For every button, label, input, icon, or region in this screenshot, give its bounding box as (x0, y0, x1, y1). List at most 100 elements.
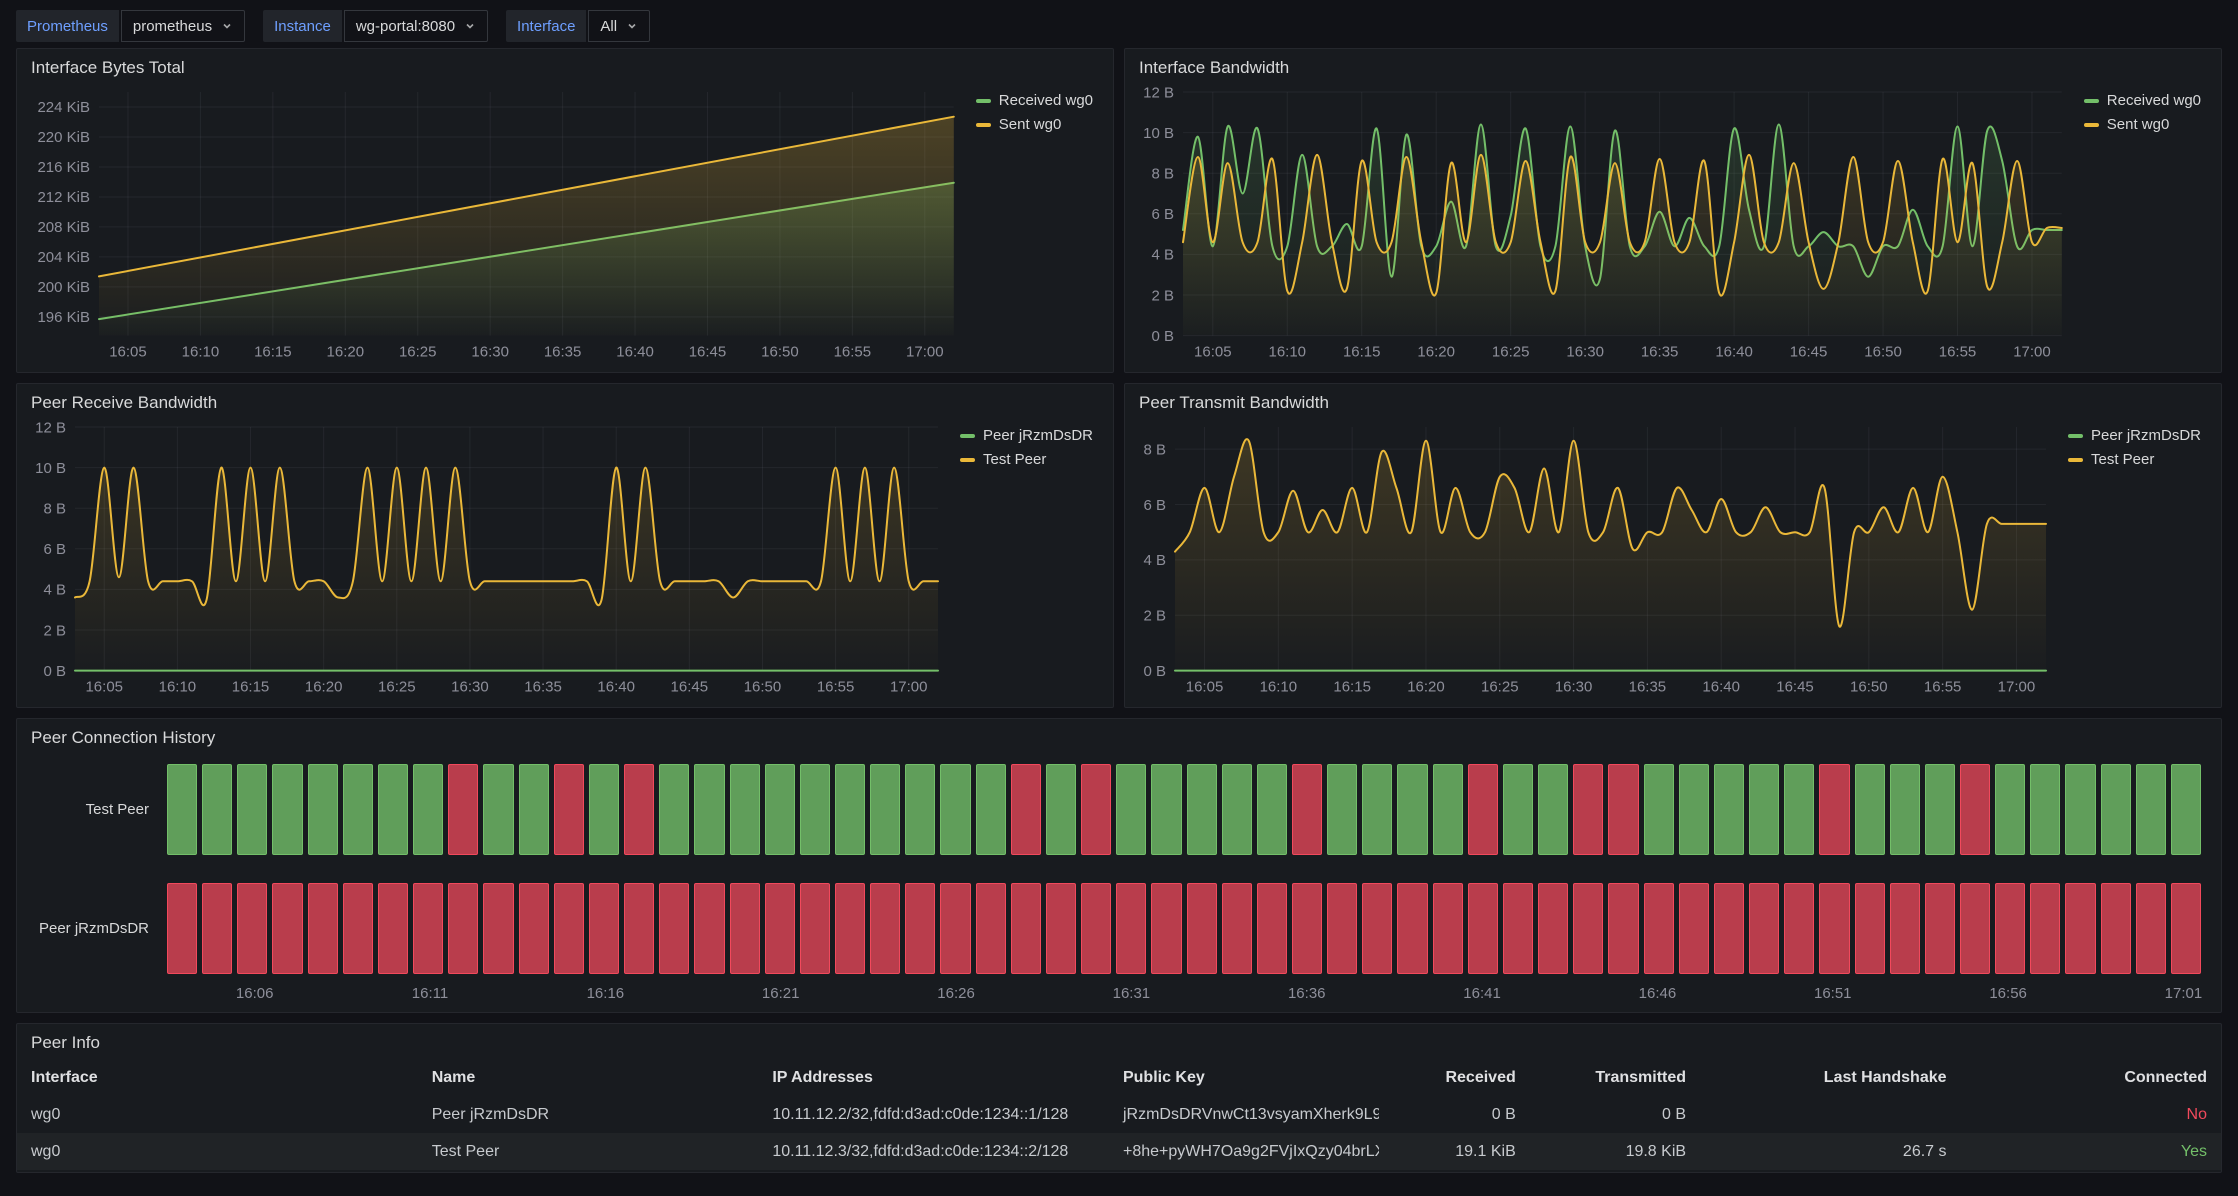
interface-bytes-total-chart[interactable]: 196 KiB200 KiB204 KiB208 KiB212 KiB216 K… (23, 80, 964, 366)
svg-text:8 B: 8 B (1143, 442, 1166, 459)
status-bar-disconnected (1855, 883, 1885, 974)
panel-interface-bandwidth: Interface Bandwidth 0 B2 B4 B6 B8 B10 B1… (1124, 48, 2222, 373)
panel-title-interface-bandwidth[interactable]: Interface Bandwidth (1125, 49, 2221, 80)
svg-text:4 B: 4 B (1143, 553, 1166, 570)
column-header-received[interactable]: Received (1379, 1069, 1529, 1087)
status-bar-disconnected (1433, 883, 1463, 974)
status-bar-disconnected (659, 883, 689, 974)
status-bar-connected (2065, 764, 2095, 855)
status-bar-disconnected (694, 883, 724, 974)
panel-peer-receive-bandwidth: Peer Receive Bandwidth 0 B2 B4 B6 B8 B10… (16, 383, 1114, 708)
svg-text:16:15: 16:15 (254, 344, 292, 361)
svg-text:16:05: 16:05 (109, 344, 147, 361)
legend-item[interactable]: Received wg0 (2084, 92, 2201, 109)
svg-text:17:00: 17:00 (1998, 679, 2036, 696)
column-header-transmitted[interactable]: Transmitted (1530, 1069, 1700, 1087)
chart-legend: Received wg0 Sent wg0 (964, 80, 1105, 366)
legend-item[interactable]: Test Peer (960, 451, 1093, 468)
status-bar-disconnected (2101, 883, 2131, 974)
column-header-public-key[interactable]: Public Key (1109, 1069, 1380, 1087)
status-bar-disconnected (835, 883, 865, 974)
column-header-interface[interactable]: Interface (17, 1069, 418, 1087)
panel-title-peer-receive-bandwidth[interactable]: Peer Receive Bandwidth (17, 384, 1113, 415)
variable-prometheus: Prometheus prometheus (16, 10, 245, 42)
status-bars[interactable] (167, 883, 2201, 974)
svg-text:212 KiB: 212 KiB (37, 190, 90, 207)
status-bar-disconnected (1749, 883, 1779, 974)
table-body: wg0Peer jRzmDsDR10.11.12.2/32,fdfd:d3ad:… (17, 1096, 2221, 1170)
svg-text:16:50: 16:50 (761, 344, 799, 361)
legend-item[interactable]: Peer jRzmDsDR (2068, 427, 2201, 444)
column-header-name[interactable]: Name (418, 1069, 759, 1087)
status-bar-connected (1855, 764, 1885, 855)
status-bar-connected (272, 764, 302, 855)
status-bar-disconnected (730, 883, 760, 974)
status-axis-label: 16:21 (762, 985, 800, 1002)
panel-title-peer-info[interactable]: Peer Info (17, 1024, 2221, 1055)
svg-text:208 KiB: 208 KiB (37, 220, 90, 237)
legend-item[interactable]: Received wg0 (976, 92, 1093, 109)
svg-text:220 KiB: 220 KiB (37, 130, 90, 147)
status-bar-disconnected (1714, 883, 1744, 974)
svg-text:16:20: 16:20 (327, 344, 365, 361)
legend-series-swatch (976, 123, 991, 127)
variable-instance-value[interactable]: wg-portal:8080 (344, 10, 488, 42)
svg-text:0 B: 0 B (43, 663, 66, 680)
legend-item[interactable]: Test Peer (2068, 451, 2201, 468)
status-bar-connected (1433, 764, 1463, 855)
status-bar-connected (519, 764, 549, 855)
variable-prometheus-label: Prometheus (16, 10, 119, 42)
interface-bandwidth-chart[interactable]: 0 B2 B4 B6 B8 B10 B12 B16:0516:1016:1516… (1131, 80, 2072, 366)
legend-series-label: Test Peer (2091, 451, 2154, 468)
table-cell-connected: No (1961, 1106, 2221, 1124)
legend-item[interactable]: Peer jRzmDsDR (960, 427, 1093, 444)
status-bar-connected (1327, 764, 1357, 855)
table-cell-last-handshake: 26.7 s (1700, 1143, 1960, 1161)
status-bar-disconnected (1222, 883, 1252, 974)
legend-item[interactable]: Sent wg0 (2084, 116, 2201, 133)
svg-text:16:45: 16:45 (671, 679, 709, 696)
variable-interface-value[interactable]: All (588, 10, 650, 42)
status-bars[interactable] (167, 764, 2201, 855)
svg-text:16:05: 16:05 (1194, 344, 1232, 361)
svg-text:196 KiB: 196 KiB (37, 310, 90, 327)
status-bar-disconnected (2030, 883, 2060, 974)
status-bar-disconnected (976, 883, 1006, 974)
status-bar-disconnected (202, 883, 232, 974)
svg-text:0 B: 0 B (1151, 328, 1174, 345)
status-bar-disconnected (519, 883, 549, 974)
panel-title-peer-transmit-bandwidth[interactable]: Peer Transmit Bandwidth (1125, 384, 2221, 415)
status-bar-disconnected (1819, 764, 1849, 855)
status-bar-connected (1151, 764, 1181, 855)
svg-text:16:55: 16:55 (817, 679, 855, 696)
status-bar-disconnected (1608, 883, 1638, 974)
column-header-connected[interactable]: Connected (1961, 1069, 2221, 1087)
status-bar-disconnected (870, 883, 900, 974)
status-bar-disconnected (378, 883, 408, 974)
status-bar-connected (1503, 764, 1533, 855)
column-header-last-handshake[interactable]: Last Handshake (1700, 1069, 1960, 1087)
peer-receive-bandwidth-chart[interactable]: 0 B2 B4 B6 B8 B10 B12 B16:0516:1016:1516… (23, 415, 948, 701)
panel-title-peer-connection-history[interactable]: Peer Connection History (17, 719, 2221, 750)
legend-series-label: Received wg0 (999, 92, 1093, 109)
status-axis-label: 16:11 (412, 985, 448, 1002)
variable-interface-selected: All (600, 18, 617, 35)
status-bar-connected (202, 764, 232, 855)
status-bar-disconnected (800, 883, 830, 974)
column-header-ip-addresses[interactable]: IP Addresses (758, 1069, 1109, 1087)
status-bar-connected (1046, 764, 1076, 855)
legend-item[interactable]: Sent wg0 (976, 116, 1093, 133)
status-bar-connected (483, 764, 513, 855)
legend-series-label: Sent wg0 (2107, 116, 2170, 133)
svg-text:224 KiB: 224 KiB (37, 100, 90, 117)
chart-legend: Received wg0 Sent wg0 (2072, 80, 2213, 366)
peer-transmit-bandwidth-chart[interactable]: 0 B2 B4 B6 B8 B16:0516:1016:1516:2016:25… (1131, 415, 2056, 701)
status-bar-disconnected (483, 883, 513, 974)
panel-title-interface-bytes-total[interactable]: Interface Bytes Total (17, 49, 1113, 80)
svg-text:16:45: 16:45 (689, 344, 727, 361)
variable-prometheus-value[interactable]: prometheus (121, 10, 245, 42)
svg-text:4 B: 4 B (1151, 247, 1174, 264)
status-axis-label: 16:46 (1639, 985, 1677, 1002)
table-cell-public-key: jRzmDsDRVnwCt13vsyamXherk9L9RhR (1109, 1106, 1380, 1124)
status-bar-disconnected (1784, 883, 1814, 974)
